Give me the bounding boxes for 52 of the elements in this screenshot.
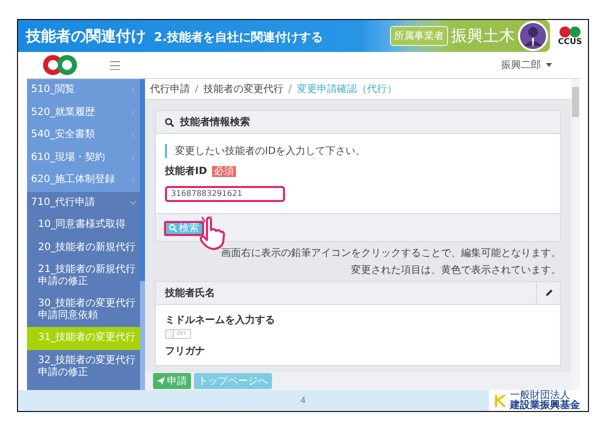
breadcrumb-link[interactable]: 代行申請 — [150, 82, 190, 96]
sidebar-item[interactable]: 620_施工体制登録 — [27, 169, 140, 192]
search-button[interactable]: 検索 — [164, 220, 204, 236]
search-icon — [165, 118, 174, 126]
caret-icon — [546, 63, 552, 67]
field-label: ミドルネームを入力する — [165, 314, 276, 326]
sidebar-subitem[interactable]: 20_技能者の新規代行 — [27, 236, 140, 259]
chevron-left-icon — [132, 110, 136, 116]
field-label: 技能者ID — [165, 164, 208, 178]
field-label: フリガナ — [165, 344, 206, 358]
sidebar-subitem[interactable]: 30_技能者の変更代行申請同意依頼 — [27, 293, 140, 327]
person-avatar-icon — [518, 21, 548, 51]
panel-title: 技能者氏名 — [165, 286, 215, 300]
breadcrumb-link[interactable]: 技能者の変更代行 — [203, 82, 284, 96]
required-badge: 必須 — [212, 166, 236, 176]
sidebar-subitem[interactable]: 21_技能者の新規代行申請の修正 — [27, 259, 140, 293]
slide-subtitle: 2.技能者を自社に関連付けする — [154, 28, 323, 46]
role-badge: 所属事業者 — [390, 26, 448, 46]
sidebar-item[interactable]: 510_閲覧 — [27, 79, 140, 102]
app-logo-icon — [43, 54, 77, 76]
note-text: 画面右に表示の鉛筆アイコンをクリックすることで、編集可能となります。 — [220, 246, 561, 260]
search-icon — [169, 224, 177, 232]
id-input-field[interactable]: 31687883291621 — [165, 186, 285, 202]
user-menu[interactable]: 振興二郎 — [501, 58, 552, 72]
chevron-left-icon — [132, 87, 136, 94]
circles-logo-icon — [559, 26, 581, 38]
panel-title: 技能者情報検索 — [180, 116, 250, 129]
pencil-icon — [544, 288, 552, 296]
company-name: 振興土木 — [451, 26, 515, 46]
sidebar-item[interactable]: 520_就業履歴 — [27, 102, 140, 124]
chevron-left-icon — [132, 177, 136, 184]
instruction-text: 変更したい技能者のIDを入力して下さい。 — [165, 144, 551, 158]
chevron-left-icon — [132, 132, 136, 138]
breadcrumb-separator: / — [195, 84, 198, 94]
k-logo-icon — [495, 394, 507, 406]
note-text: 変更された項目は、黄色で表示されています。 — [350, 264, 561, 276]
send-icon — [157, 377, 165, 385]
sidebar-subitem[interactable]: 32_技能者の変更代行申請の修正 — [27, 350, 140, 384]
sidebar-item[interactable]: 610_現場・契約 — [27, 146, 140, 169]
organization-name: 建設業振興基金 — [510, 400, 580, 410]
scrollbar[interactable] — [571, 79, 580, 390]
chevron-left-icon — [132, 154, 136, 161]
slide-title: 技能者の関連付け — [26, 26, 146, 46]
menu-icon — [110, 60, 120, 70]
breadcrumb-separator: / — [288, 84, 292, 94]
chevron-down-icon — [130, 200, 136, 205]
sidebar-subitem[interactable]: 10_同意書様式取得 — [27, 214, 140, 236]
ccus-logo: CCUS — [558, 26, 582, 46]
page-number: 4 — [300, 396, 306, 405]
submit-button[interactable]: 申請 — [153, 373, 191, 389]
sidebar-item[interactable]: 540_安全書類 — [27, 124, 140, 146]
organization-type: 一般財団法人 — [510, 390, 570, 400]
